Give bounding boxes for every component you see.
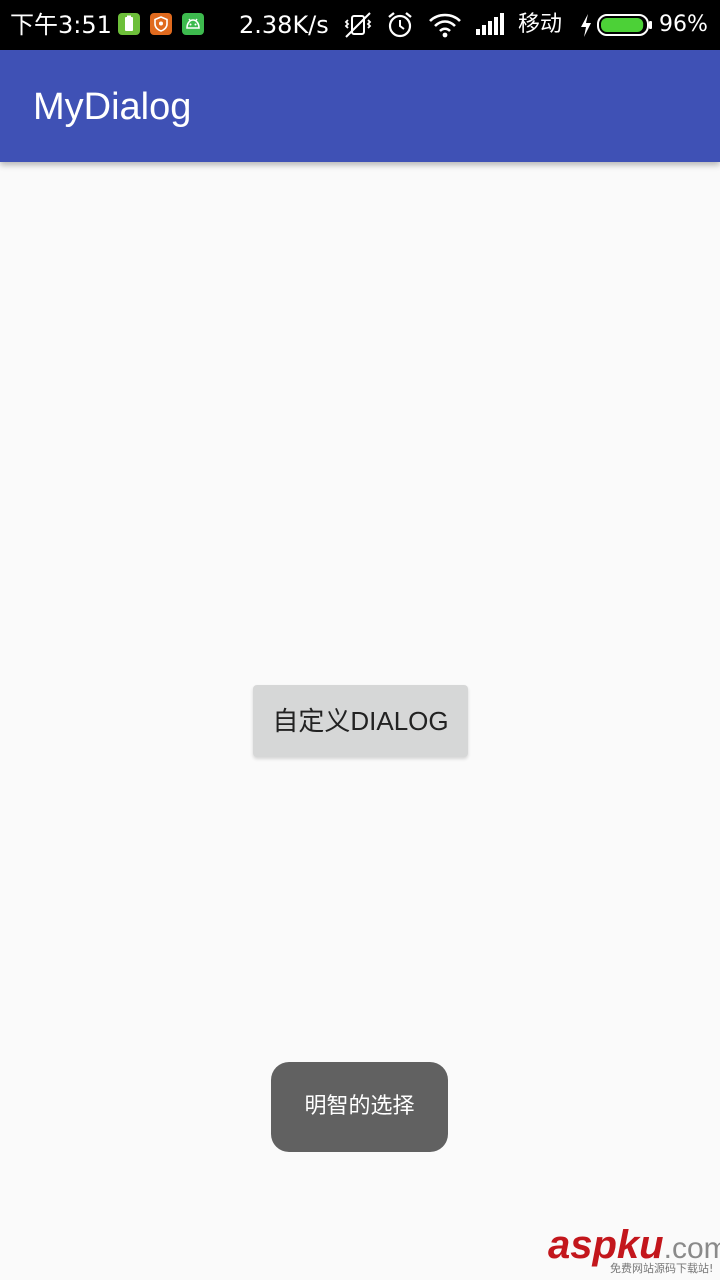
app-title: MyDialog: [33, 86, 192, 128]
battery-percent: 96%: [659, 12, 708, 37]
battery-icon: [596, 9, 654, 41]
toast: 明智的选择: [271, 1062, 448, 1152]
status-bar: 下午3:51 2.38K/s 移动 96%: [0, 0, 720, 50]
shield-app-icon: [150, 13, 172, 35]
network-speed: 2.38K/s: [239, 11, 329, 39]
battery-app-icon: [118, 13, 140, 35]
custom-dialog-button[interactable]: 自定义DIALOG: [253, 685, 468, 757]
app-bar: MyDialog: [0, 50, 720, 162]
watermark-logo: aspku.com 免费网站源码下载站!: [548, 1222, 720, 1278]
wifi-icon: [428, 9, 462, 41]
alarm-icon: [386, 9, 414, 41]
watermark-tagline: 免费网站源码下载站!: [610, 1262, 714, 1275]
android-app-icon: [182, 13, 204, 35]
carrier-name: 移动: [518, 12, 563, 37]
status-time: 下午3:51: [10, 11, 112, 39]
signal-icon: [474, 9, 508, 41]
charging-icon: [578, 9, 594, 41]
toast-message: 明智的选择: [304, 1094, 415, 1119]
vibrate-off-icon: [343, 9, 373, 41]
